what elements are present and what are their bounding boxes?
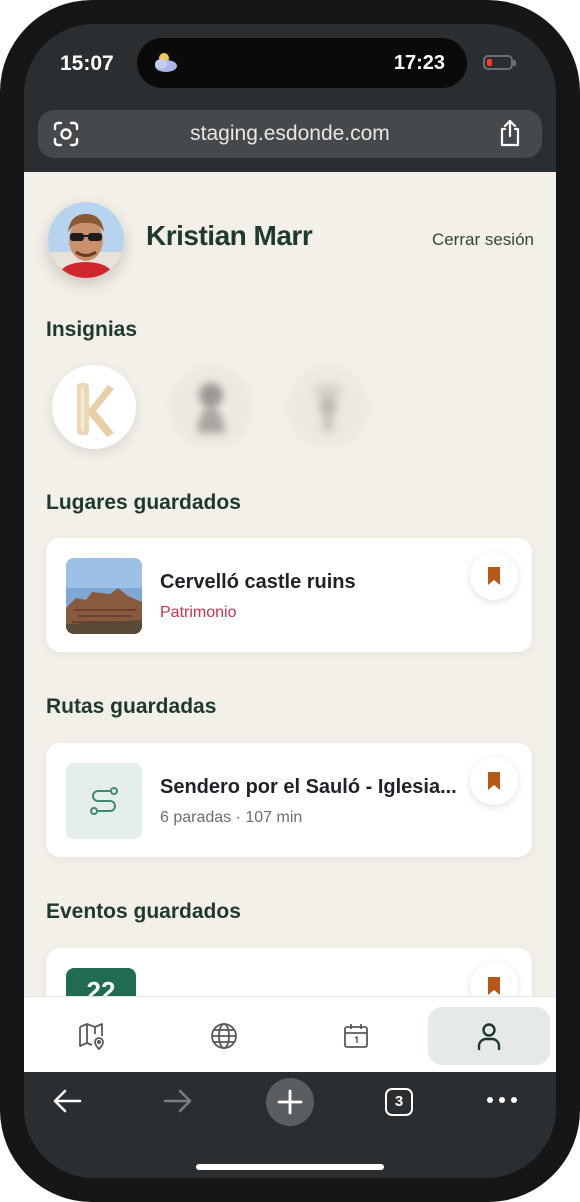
route-icon [90,787,118,815]
bookmark-icon [488,567,500,585]
bookmark-button[interactable] [470,552,518,600]
places-title: Lugares guardados [46,491,241,514]
route-thumbnail [66,763,142,839]
place-title: Cervelló castle ruins [160,571,356,593]
user-icon [477,1023,501,1051]
tab-explore[interactable] [163,1007,285,1065]
badge-unlocked[interactable] [52,365,136,449]
tab-events[interactable] [295,1007,417,1065]
plus-icon [277,1089,303,1115]
bottom-tab-bar [24,996,556,1073]
calendar-icon [344,1024,368,1048]
bookmark-icon [488,772,500,790]
more-icon[interactable] [484,1090,520,1110]
place-category: Patrimonio [160,604,237,621]
share-icon[interactable] [496,118,524,148]
tab-profile[interactable] [428,1007,550,1065]
screen: 15:07 17:23 staging.esdonde.com Kristian… [24,24,556,1178]
place-thumbnail [66,558,142,634]
weather-icon [155,53,177,72]
saved-event-card[interactable]: 22 [46,948,532,996]
globe-icon [211,1023,237,1049]
bookmark-button[interactable] [470,962,518,996]
tabs-icon[interactable]: 3 [385,1088,413,1116]
avatar[interactable] [48,202,124,278]
back-icon[interactable] [50,1084,84,1118]
saved-route-card[interactable]: Sendero por el Sauló - Iglesia... 6 para… [46,743,532,857]
status-time: 15:07 [60,52,114,75]
dynamic-island: 17:23 [137,38,467,88]
status-bar: 15:07 17:23 [24,24,556,104]
live-activity-time: 17:23 [393,52,445,74]
events-title: Eventos guardados [46,900,241,923]
routes-title: Rutas guardadas [46,695,217,718]
profile-page: Kristian Marr Cerrar sesión Insignias Lu… [24,172,556,996]
home-indicator[interactable] [196,1164,384,1170]
badge-locked[interactable] [169,365,253,449]
bookmark-button[interactable] [470,757,518,805]
saved-place-card[interactable]: Cervelló castle ruins Patrimonio [46,538,532,652]
user-name: Kristian Marr [146,220,313,251]
address-bar[interactable]: staging.esdonde.com [38,110,542,158]
battery-icon [483,55,516,70]
badge-locked[interactable] [286,365,370,449]
bookmark-icon [488,977,500,995]
map-icon [79,1023,104,1050]
badges-title: Insignias [46,318,138,341]
tab-map[interactable] [31,1007,153,1065]
forward-icon[interactable] [161,1084,195,1118]
phone-frame: 15:07 17:23 staging.esdonde.com Kristian… [0,0,580,1202]
route-meta: 6 paradas · 107 min [160,809,303,826]
new-tab-button[interactable] [266,1078,314,1126]
url-text[interactable]: staging.esdonde.com [38,122,542,146]
browser-toolbar: 3 [24,1072,556,1178]
route-title: Sendero por el Sauló - Iglesia... [160,776,457,798]
event-date: 22 [66,968,136,996]
logout-link[interactable]: Cerrar sesión [432,230,534,250]
